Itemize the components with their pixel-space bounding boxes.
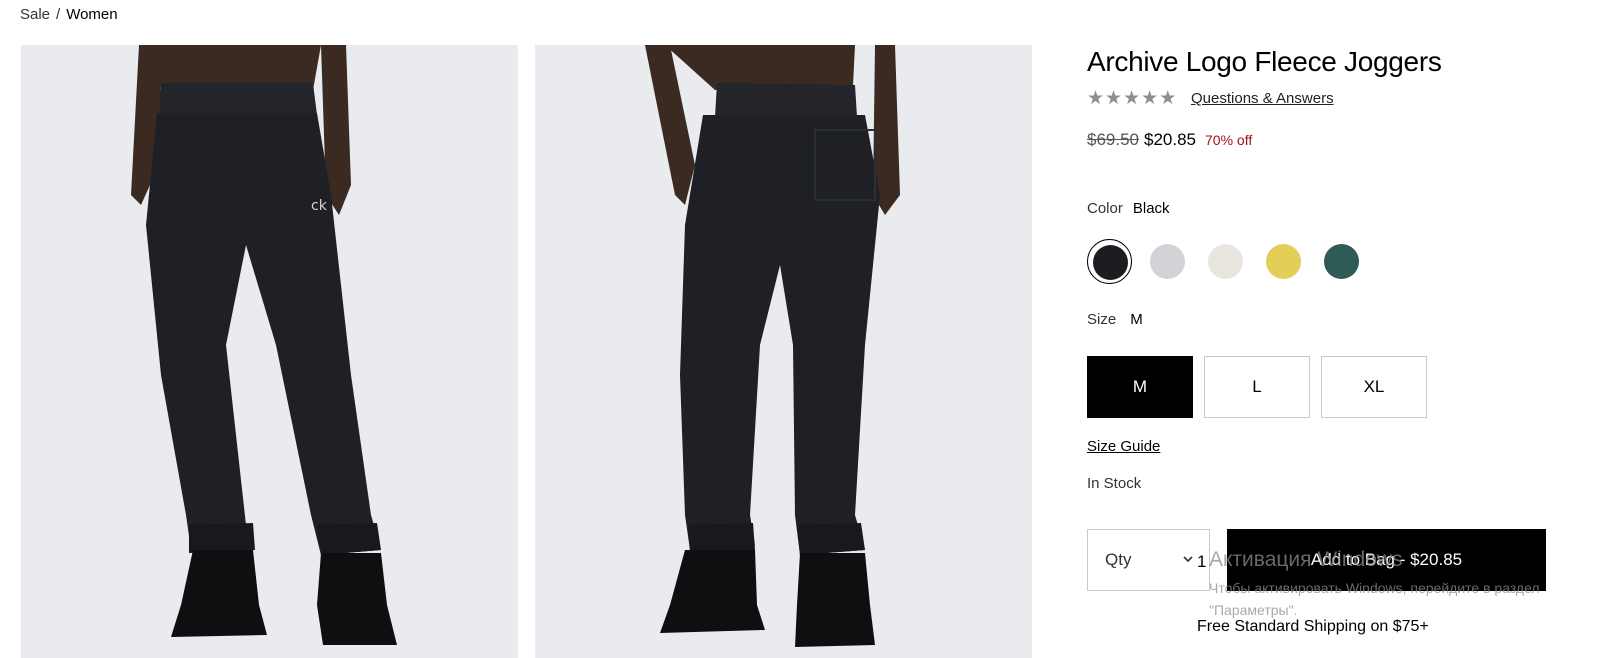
swatch-green-dot	[1324, 244, 1359, 279]
swatch-black[interactable]	[1087, 239, 1132, 284]
swatch-cream-dot	[1208, 244, 1243, 279]
star-icon: ★	[1123, 88, 1141, 109]
product-title: Archive Logo Fleece Joggers	[1087, 46, 1442, 77]
swatch-heather-grey-dot	[1150, 244, 1185, 279]
qty-select[interactable]: Qty	[1087, 529, 1210, 591]
star-icon: ★	[1159, 88, 1177, 109]
size-guide-link[interactable]: Size Guide	[1087, 438, 1160, 455]
free-shipping-note: Free Standard Shipping on $75+	[1197, 618, 1429, 635]
questions-answers-link[interactable]: Questions & Answers	[1191, 90, 1334, 107]
breadcrumb-women-link[interactable]: Women	[66, 6, 117, 23]
swatch-black-dot	[1093, 245, 1128, 280]
breadcrumb-sale-link[interactable]: Sale	[20, 6, 50, 23]
discount-badge: 70% off	[1205, 132, 1253, 148]
star-icon: ★	[1105, 88, 1123, 109]
color-swatches	[1087, 239, 1364, 284]
size-button-l[interactable]: L	[1204, 356, 1310, 418]
original-price: $69.50	[1087, 130, 1139, 149]
star-icon: ★	[1141, 88, 1159, 109]
selected-size: M	[1130, 311, 1143, 328]
sale-price: $20.85	[1144, 130, 1196, 149]
joggers-back-illustration	[535, 45, 1032, 658]
product-image-back[interactable]	[535, 45, 1032, 658]
breadcrumb-separator: /	[56, 6, 61, 23]
size-label: Size	[1087, 311, 1117, 328]
breadcrumb: Sale / Women	[20, 6, 118, 23]
add-to-bag-button[interactable]: Add to Bag - $20.85	[1227, 529, 1546, 591]
color-label: Color	[1087, 200, 1123, 217]
svg-text:ck: ck	[311, 198, 328, 214]
joggers-front-illustration: ck	[21, 45, 518, 658]
stock-status: In Stock	[1087, 475, 1142, 492]
swatch-green[interactable]	[1319, 239, 1364, 284]
qty-value: 1	[1197, 552, 1207, 571]
selected-color: Black	[1132, 200, 1170, 217]
star-icon: ★	[1087, 88, 1105, 109]
product-info-panel: Archive Logo Fleece Joggers ★ ★ ★ ★ ★ Qu…	[1087, 0, 1600, 658]
size-button-m[interactable]: M	[1087, 356, 1193, 418]
size-button-xl[interactable]: XL	[1321, 356, 1427, 418]
rating-stars[interactable]: ★ ★ ★ ★ ★	[1087, 88, 1176, 110]
qty-label: Qty	[1105, 550, 1132, 569]
swatch-cream[interactable]	[1203, 239, 1248, 284]
size-options: M L XL	[1087, 356, 1427, 418]
price: $69.50 $20.85 70% off	[1087, 130, 1252, 150]
color-selection-label: Color Black	[1087, 200, 1170, 217]
swatch-yellow[interactable]	[1261, 239, 1306, 284]
size-selection-label: Size M	[1087, 311, 1143, 328]
swatch-heather-grey[interactable]	[1145, 239, 1190, 284]
product-image-front[interactable]: ck	[21, 45, 518, 658]
swatch-yellow-dot	[1266, 244, 1301, 279]
chevron-down-icon	[1183, 556, 1193, 563]
